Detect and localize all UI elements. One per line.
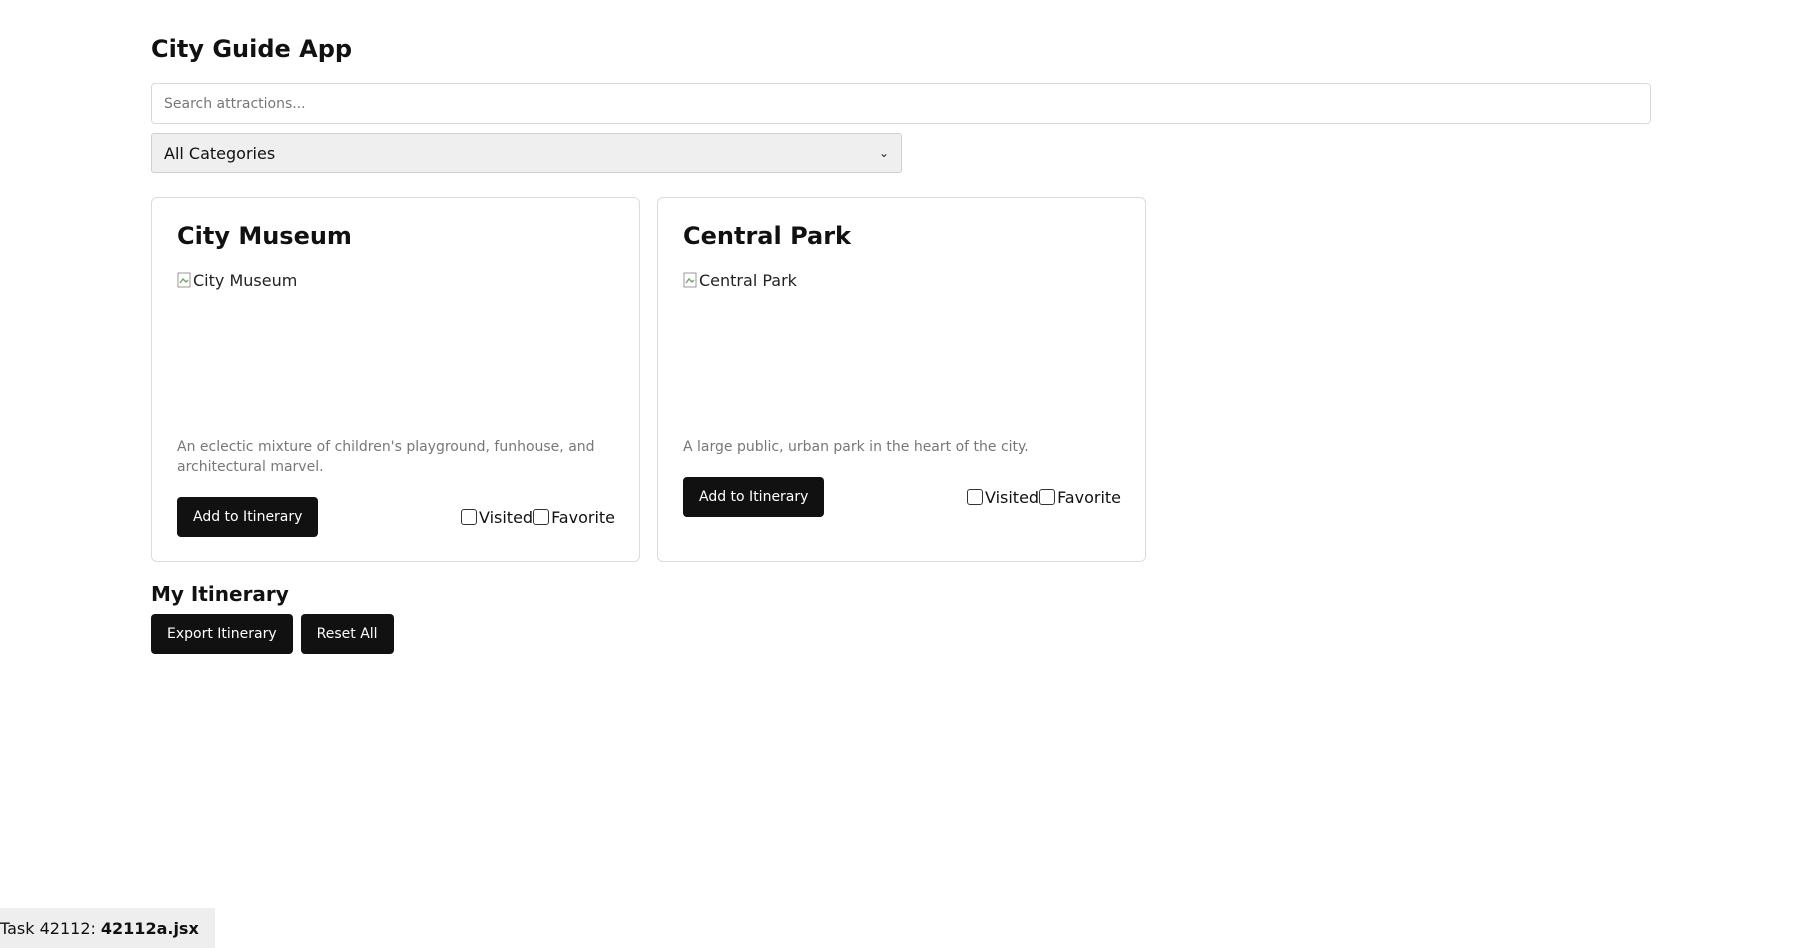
card-actions: Add to Itinerary Visited Favorite bbox=[683, 477, 1121, 517]
visited-checkbox[interactable] bbox=[460, 509, 477, 525]
attraction-image: City Museum bbox=[177, 271, 615, 437]
card-checkboxes: Visited Favorite bbox=[966, 487, 1121, 507]
search-input[interactable] bbox=[151, 83, 1651, 124]
visited-label: Visited bbox=[478, 507, 534, 527]
page-title: City Guide App bbox=[151, 35, 353, 63]
add-to-itinerary-button[interactable]: Add to Itinerary bbox=[177, 497, 319, 537]
favorite-toggle[interactable]: Favorite bbox=[533, 508, 615, 527]
export-itinerary-button[interactable]: Export Itinerary bbox=[151, 614, 293, 654]
itinerary-actions: Export Itinerary Reset All bbox=[151, 614, 1651, 654]
favorite-label: Favorite bbox=[551, 507, 615, 527]
visited-checkbox[interactable] bbox=[966, 489, 983, 505]
favorite-toggle[interactable]: Favorite bbox=[1039, 488, 1121, 507]
visited-label: Visited bbox=[984, 487, 1040, 507]
attraction-title: City Museum bbox=[177, 222, 352, 250]
attraction-image: Central Park bbox=[683, 271, 1121, 437]
broken-image-icon bbox=[177, 272, 191, 288]
chevron-down-icon: ⌄ bbox=[878, 146, 889, 160]
task-prefix: Task 42112: bbox=[0, 918, 96, 938]
attraction-list: City Museum City Museum An eclectic mixt… bbox=[151, 197, 1651, 562]
task-badge: Task 42112: 42112a.jsx bbox=[0, 908, 215, 948]
task-file: 42112a.jsx bbox=[100, 918, 199, 938]
favorite-checkbox[interactable] bbox=[1039, 489, 1056, 505]
category-select-value: All Categories bbox=[164, 143, 276, 163]
card-actions: Add to Itinerary Visited Favorite bbox=[177, 497, 615, 537]
favorite-label: Favorite bbox=[1057, 487, 1121, 507]
attraction-title: Central Park bbox=[683, 222, 851, 250]
favorite-checkbox[interactable] bbox=[533, 509, 550, 525]
attraction-card: City Museum City Museum An eclectic mixt… bbox=[151, 197, 640, 562]
add-to-itinerary-button[interactable]: Add to Itinerary bbox=[683, 477, 825, 517]
visited-toggle[interactable]: Visited bbox=[966, 487, 1040, 507]
category-select[interactable]: All Categories ⌄ bbox=[151, 133, 902, 173]
itinerary-title: My Itinerary bbox=[151, 582, 289, 606]
attraction-card: Central Park Central Park A large public… bbox=[657, 197, 1146, 562]
attraction-description: An eclectic mixture of children's playgr… bbox=[177, 439, 595, 475]
city-guide-app: City Guide App All Categories ⌄ City Mus… bbox=[151, 34, 1651, 654]
card-checkboxes: Visited Favorite bbox=[460, 507, 615, 527]
reset-all-button[interactable]: Reset All bbox=[300, 614, 394, 654]
visited-toggle[interactable]: Visited bbox=[460, 507, 534, 527]
attraction-description: A large public, urban park in the heart … bbox=[683, 439, 1029, 455]
image-alt-text: City Museum bbox=[193, 271, 298, 290]
image-alt-text: Central Park bbox=[699, 271, 797, 290]
broken-image-icon bbox=[683, 272, 697, 288]
